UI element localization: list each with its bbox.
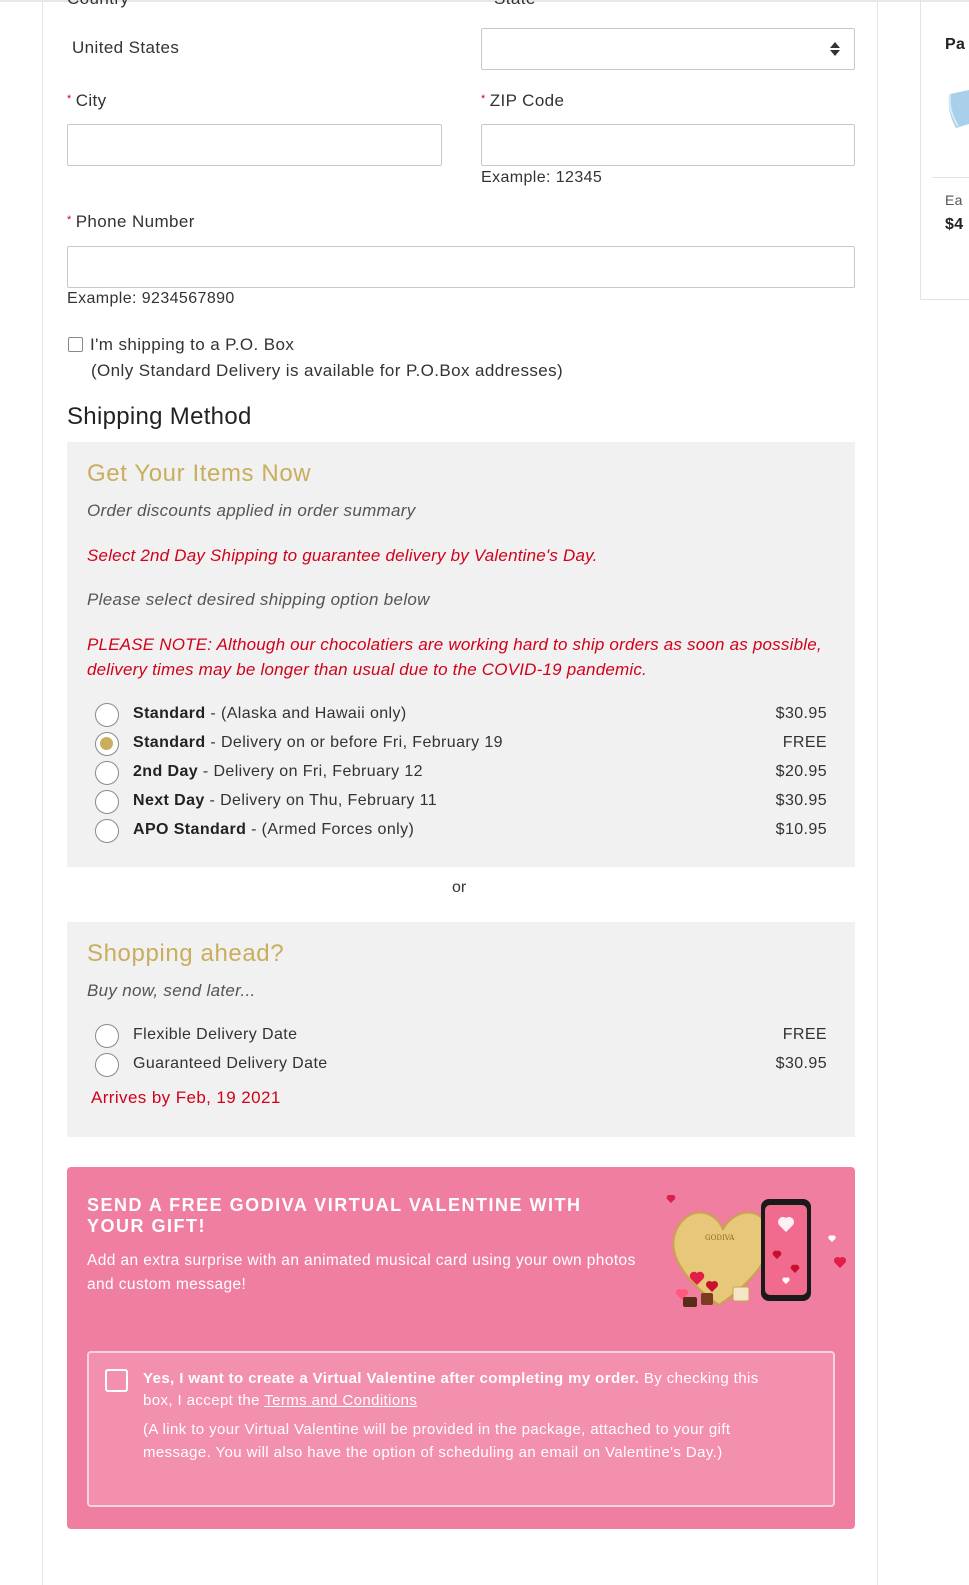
delivery-option-price: $30.95	[775, 1055, 827, 1072]
content-right-border	[877, 0, 878, 1585]
delivery-option-label: Guaranteed Delivery Date	[133, 1055, 328, 1072]
shipping-option-label: APO Standard - (Armed Forces only)	[133, 821, 415, 838]
shipping-option-label: Standard - (Alaska and Hawaii only)	[133, 705, 407, 722]
shipping-option-next-day[interactable]: Next Day - Delivery on Thu, February 11 …	[95, 788, 827, 814]
delivery-option-label: Flexible Delivery Date	[133, 1026, 298, 1043]
shopping-ahead-panel: Shopping ahead? Buy now, send later... F…	[67, 922, 855, 1137]
phone-input[interactable]	[67, 246, 855, 288]
radio-button-selected[interactable]	[95, 732, 119, 756]
radio-button[interactable]	[95, 1053, 119, 1077]
shipping-method-title: Shipping Method	[67, 403, 252, 430]
summary-price-cut: $4	[945, 216, 964, 233]
product-thumbnail	[948, 90, 969, 128]
virtual-valentine-optin-box: Yes, I want to create a Virtual Valentin…	[87, 1351, 835, 1507]
zip-hint: Example: 12345	[481, 169, 603, 186]
phone-label: * Phone Number	[67, 212, 195, 231]
summary-divider	[932, 177, 969, 178]
city-label: * City	[67, 91, 107, 110]
country-label: Country	[67, 0, 129, 9]
delivery-option-flexible[interactable]: Flexible Delivery Date FREE	[95, 1022, 827, 1048]
shipping-option-standard-ak-hi[interactable]: Standard - (Alaska and Hawaii only) $30.…	[95, 701, 827, 727]
valentine-guarantee-note: Select 2nd Day Shipping to guarantee del…	[87, 546, 598, 565]
shipping-option-price: $20.95	[775, 763, 827, 780]
discount-note: Order discounts applied in order summary	[87, 501, 416, 520]
virtual-valentine-checkbox[interactable]	[105, 1369, 128, 1392]
content-left-border	[42, 0, 43, 1585]
shipping-option-apo[interactable]: APO Standard - (Armed Forces only) $10.9…	[95, 817, 827, 843]
box-brand-text: GODIVA	[705, 1234, 735, 1242]
radio-button[interactable]	[95, 703, 119, 727]
radio-button[interactable]	[95, 1024, 119, 1048]
select-arrows-icon	[830, 40, 840, 58]
state-label: State	[494, 0, 536, 9]
summary-item-label-cut: Ea	[945, 192, 963, 208]
radio-button[interactable]	[95, 790, 119, 814]
virtual-valentine-promo: SEND A FREE GODIVA VIRTUAL VALENTINE WIT…	[67, 1167, 855, 1529]
buy-now-send-later-note: Buy now, send later...	[87, 981, 256, 1000]
shipping-option-price: $30.95	[775, 792, 827, 809]
virtual-valentine-optin-text: Yes, I want to create a Virtual Valentin…	[143, 1370, 759, 1409]
valentine-gift-illustration: GODIVA	[666, 1195, 847, 1307]
radio-button[interactable]	[95, 761, 119, 785]
phone-hint: Example: 9234567890	[67, 290, 235, 307]
city-input[interactable]	[67, 124, 442, 166]
shipping-option-price: $30.95	[775, 705, 827, 722]
shipping-option-standard[interactable]: Standard - Delivery on or before Fri, Fe…	[95, 730, 827, 756]
po-box-label[interactable]: I'm shipping to a P.O. Box	[90, 335, 294, 355]
zip-label: * ZIP Code	[481, 91, 565, 110]
virtual-valentine-note: (A link to your Virtual Valentine will b…	[143, 1421, 731, 1461]
shipping-option-price: $10.95	[775, 821, 827, 838]
delivery-option-guaranteed[interactable]: Guaranteed Delivery Date $30.95	[95, 1051, 827, 1077]
shipping-option-label: Next Day - Delivery on Thu, February 11	[133, 792, 438, 809]
po-box-note: (Only Standard Delivery is available for…	[91, 361, 564, 380]
arrival-date-text: Arrives by Feb, 19 2021	[91, 1088, 281, 1107]
delivery-option-price: FREE	[782, 1026, 827, 1043]
shipping-option-price: FREE	[782, 734, 827, 751]
select-option-note: Please select desired shipping option be…	[87, 590, 430, 609]
get-items-now-panel: Get Your Items Now Order discounts appli…	[67, 442, 855, 867]
shipping-option-label: Standard - Delivery on or before Fri, Fe…	[133, 734, 503, 751]
get-items-now-title: Get Your Items Now	[87, 460, 312, 487]
summary-label-cut: Pa	[945, 36, 966, 53]
zip-input[interactable]	[481, 124, 855, 166]
radio-button[interactable]	[95, 819, 119, 843]
promo-description: Add an extra surprise with an animated m…	[87, 1252, 636, 1293]
shipping-option-2nd-day[interactable]: 2nd Day - Delivery on Fri, February 12 $…	[95, 759, 827, 785]
or-divider-text: or	[452, 879, 467, 896]
covid-delay-note: PLEASE NOTE: Although our chocolatiers a…	[87, 635, 822, 679]
shopping-ahead-title: Shopping ahead?	[87, 940, 285, 967]
shipping-option-label: 2nd Day - Delivery on Fri, February 12	[133, 763, 423, 780]
country-value: United States	[72, 38, 180, 57]
state-select[interactable]	[481, 28, 855, 70]
terms-and-conditions-link[interactable]: Terms and Conditions	[264, 1392, 417, 1409]
promo-title: SEND A FREE GODIVA VIRTUAL VALENTINE WIT…	[87, 1195, 582, 1236]
top-divider	[0, 0, 969, 2]
po-box-checkbox[interactable]	[68, 337, 83, 352]
